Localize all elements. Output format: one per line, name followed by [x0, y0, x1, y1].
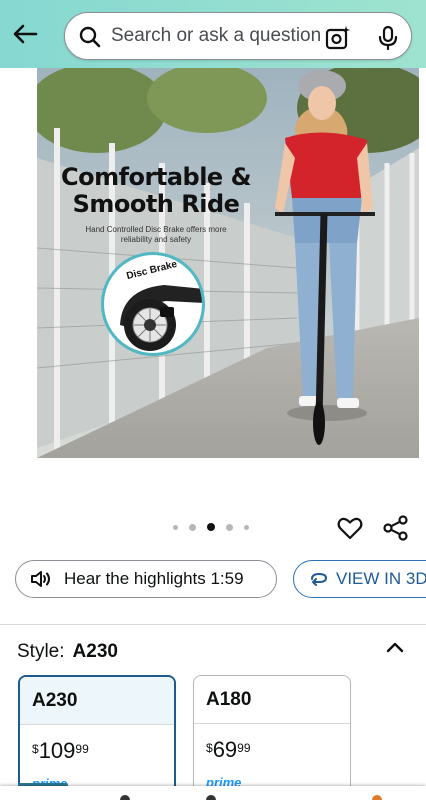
view-3d-label: VIEW IN 3D — [336, 569, 426, 588]
camera-lens-icon[interactable] — [325, 25, 351, 51]
collapse-style-button[interactable] — [382, 634, 408, 660]
price-currency: $ — [206, 741, 213, 755]
style-option-a230[interactable]: A230 $ 109 99 prime — [18, 675, 176, 800]
search-input[interactable] — [111, 21, 323, 51]
nav-home-icon[interactable] — [120, 795, 130, 800]
option-price: $ 109 99 — [32, 739, 89, 763]
share-icon — [383, 515, 408, 541]
heart-icon — [337, 517, 363, 540]
price-fraction: 99 — [237, 741, 251, 755]
price-whole: 109 — [38, 738, 76, 763]
style-label: Style: — [17, 641, 65, 662]
share-button[interactable] — [382, 514, 410, 542]
product-page: Comfortable & Smooth Ride Hand Controlle… — [0, 0, 426, 800]
style-heading: Style: A230 — [17, 641, 118, 663]
nav-menu-icon[interactable] — [372, 795, 382, 800]
view-in-3d-button[interactable]: VIEW IN 3D — [293, 560, 426, 598]
highlights-label: Hear the highlights 1:59 — [64, 569, 244, 588]
microphone-icon[interactable] — [377, 25, 399, 51]
wishlist-button[interactable] — [336, 514, 364, 542]
bottom-navigation-bar — [0, 786, 426, 800]
disc-brake-badge: Disc Brake — [101, 252, 205, 356]
scooter-photo — [37, 68, 419, 458]
search-bar[interactable] — [64, 12, 412, 60]
search-icon — [79, 26, 101, 48]
price-fraction: 99 — [75, 742, 89, 756]
carousel-dot-active[interactable] — [207, 523, 215, 531]
carousel-dot[interactable] — [226, 523, 233, 531]
arrow-left-icon — [13, 24, 38, 44]
option-name: A180 — [194, 676, 350, 724]
speaker-icon — [30, 570, 52, 588]
chevron-up-icon — [386, 642, 404, 653]
style-selected-value: A230 — [72, 641, 118, 662]
nav-account-icon[interactable] — [206, 795, 216, 800]
section-divider — [0, 624, 426, 625]
carousel-dots — [173, 523, 249, 531]
hear-highlights-button[interactable]: Hear the highlights 1:59 — [15, 560, 277, 598]
back-button[interactable] — [10, 20, 40, 48]
hero-headline: Comfortable & Smooth Ride — [60, 163, 252, 218]
rotate-3d-icon — [308, 571, 330, 587]
carousel-dot[interactable] — [189, 523, 196, 531]
product-image[interactable]: Comfortable & Smooth Ride Hand Controlle… — [37, 68, 419, 458]
carousel-dot[interactable] — [244, 524, 249, 530]
option-price: $ 69 99 — [206, 738, 251, 762]
style-option-a180[interactable]: A180 $ 69 99 prime — [193, 675, 351, 800]
carousel-dot[interactable] — [173, 524, 178, 530]
price-currency: $ — [32, 742, 39, 756]
top-header — [0, 0, 426, 68]
hero-subtext: Hand Controlled Disc Brake offers more r… — [85, 225, 227, 244]
option-name: A230 — [20, 677, 174, 725]
price-whole: 69 — [212, 737, 238, 762]
